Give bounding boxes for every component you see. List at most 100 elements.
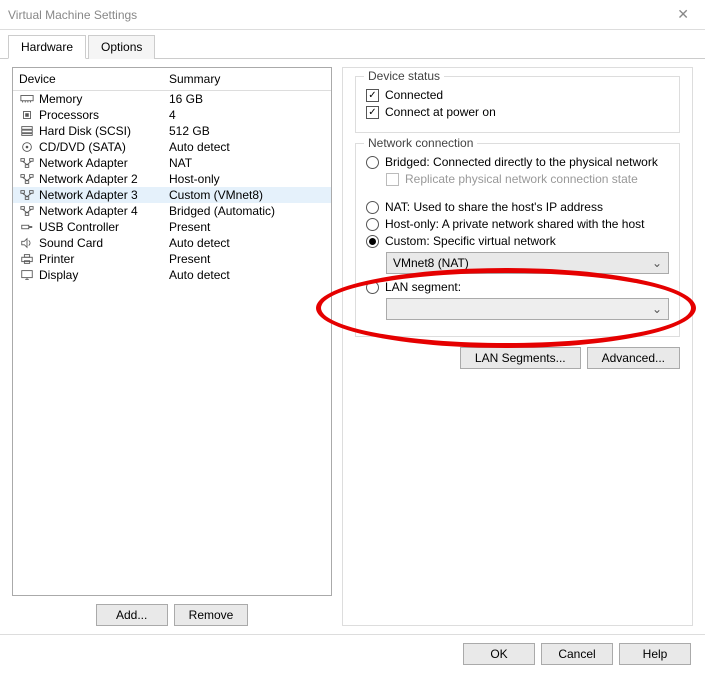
advanced-button[interactable]: Advanced...	[587, 347, 680, 369]
tab-options[interactable]: Options	[88, 35, 155, 59]
device-summary: Auto detect	[169, 236, 325, 250]
replicate-label: Replicate physical network connection st…	[405, 172, 638, 186]
device-name: Network Adapter 3	[39, 188, 138, 202]
device-name: CD/DVD (SATA)	[39, 140, 126, 154]
device-row-memory[interactable]: Memory 16 GB	[13, 91, 331, 107]
left-panel: Device Summary Memory16 GBProcessors4Har…	[12, 67, 332, 626]
cd-icon	[19, 140, 35, 154]
device-name: Network Adapter 4	[39, 204, 138, 218]
lan-segment-radio[interactable]	[366, 281, 379, 294]
net-icon	[19, 204, 35, 218]
ok-button[interactable]: OK	[463, 643, 535, 665]
bridged-radio-row[interactable]: Bridged: Connected directly to the physi…	[366, 155, 669, 169]
titlebar: Virtual Machine Settings ✕	[0, 0, 705, 30]
device-summary: 16 GB	[169, 92, 325, 106]
device-summary: Auto detect	[169, 268, 325, 282]
remove-button[interactable]: Remove	[174, 604, 249, 626]
network-connection-legend: Network connection	[364, 136, 477, 150]
nat-radio[interactable]	[366, 201, 379, 214]
sound-icon	[19, 236, 35, 250]
disk-icon	[19, 124, 35, 138]
cpu-icon	[19, 108, 35, 122]
header-device: Device	[19, 72, 169, 86]
device-name: Memory	[39, 92, 82, 106]
net-icon	[19, 188, 35, 202]
left-buttons: Add... Remove	[12, 604, 332, 626]
device-row-cd-dvd-sata-[interactable]: CD/DVD (SATA) Auto detect	[13, 139, 331, 155]
device-status-group: Device status ✓ Connected ✓ Connect at p…	[355, 76, 680, 133]
usb-icon	[19, 220, 35, 234]
connect-power-checkbox[interactable]: ✓	[366, 106, 379, 119]
net-icon	[19, 172, 35, 186]
device-summary: Present	[169, 220, 325, 234]
device-list: Device Summary Memory16 GBProcessors4Har…	[12, 67, 332, 596]
connect-power-checkbox-row[interactable]: ✓ Connect at power on	[366, 105, 669, 119]
device-row-hard-disk-scsi-[interactable]: Hard Disk (SCSI) 512 GB	[13, 123, 331, 139]
device-row-network-adapter[interactable]: Network Adapter NAT	[13, 155, 331, 171]
cancel-button[interactable]: Cancel	[541, 643, 613, 665]
custom-label: Custom: Specific virtual network	[385, 234, 556, 248]
device-name: Network Adapter 2	[39, 172, 138, 186]
add-button[interactable]: Add...	[96, 604, 168, 626]
device-summary: Bridged (Automatic)	[169, 204, 325, 218]
device-row-sound-card[interactable]: Sound Card Auto detect	[13, 235, 331, 251]
lan-segment-value	[393, 302, 396, 316]
custom-radio-row[interactable]: Custom: Specific virtual network	[366, 234, 669, 248]
network-buttons: LAN Segments... Advanced...	[355, 347, 680, 369]
memory-icon	[19, 92, 35, 106]
custom-network-value: VMnet8 (NAT)	[393, 256, 469, 270]
chevron-down-icon: ⌄	[652, 302, 662, 316]
device-name: Printer	[39, 252, 74, 266]
device-status-legend: Device status	[364, 69, 444, 83]
device-name: USB Controller	[39, 220, 119, 234]
connected-label: Connected	[385, 88, 443, 102]
header-summary: Summary	[169, 72, 325, 86]
device-summary: Host-only	[169, 172, 325, 186]
device-summary: Present	[169, 252, 325, 266]
device-row-printer[interactable]: Printer Present	[13, 251, 331, 267]
nat-label: NAT: Used to share the host's IP address	[385, 200, 603, 214]
custom-network-dropdown[interactable]: VMnet8 (NAT) ⌄	[386, 252, 669, 274]
content: Device Summary Memory16 GBProcessors4Har…	[0, 59, 705, 634]
connected-checkbox-row[interactable]: ✓ Connected	[366, 88, 669, 102]
lan-segment-dropdown: ⌄	[386, 298, 669, 320]
footer: OK Cancel Help	[0, 634, 705, 673]
device-summary: Auto detect	[169, 140, 325, 154]
help-button[interactable]: Help	[619, 643, 691, 665]
tab-hardware[interactable]: Hardware	[8, 35, 86, 59]
device-row-network-adapter-3[interactable]: Network Adapter 3 Custom (VMnet8)	[13, 187, 331, 203]
printer-icon	[19, 252, 35, 266]
lan-segment-label: LAN segment:	[385, 280, 461, 294]
custom-radio[interactable]	[366, 235, 379, 248]
bridged-radio[interactable]	[366, 156, 379, 169]
device-summary: 4	[169, 108, 325, 122]
display-icon	[19, 268, 35, 282]
close-icon[interactable]: ✕	[669, 6, 697, 23]
lan-segments-button[interactable]: LAN Segments...	[460, 347, 581, 369]
device-name: Sound Card	[39, 236, 103, 250]
network-connection-group: Network connection Bridged: Connected di…	[355, 143, 680, 337]
lan-segment-radio-row[interactable]: LAN segment:	[366, 280, 669, 294]
device-summary: 512 GB	[169, 124, 325, 138]
device-row-display[interactable]: Display Auto detect	[13, 267, 331, 283]
nat-radio-row[interactable]: NAT: Used to share the host's IP address	[366, 200, 669, 214]
device-row-usb-controller[interactable]: USB Controller Present	[13, 219, 331, 235]
connect-power-label: Connect at power on	[385, 105, 496, 119]
device-row-network-adapter-4[interactable]: Network Adapter 4 Bridged (Automatic)	[13, 203, 331, 219]
replicate-checkbox-row: Replicate physical network connection st…	[386, 172, 669, 186]
hostonly-radio-row[interactable]: Host-only: A private network shared with…	[366, 217, 669, 231]
connected-checkbox[interactable]: ✓	[366, 89, 379, 102]
device-name: Display	[39, 268, 78, 282]
device-name: Hard Disk (SCSI)	[39, 124, 131, 138]
device-name: Network Adapter	[39, 156, 128, 170]
device-summary: NAT	[169, 156, 325, 170]
device-row-network-adapter-2[interactable]: Network Adapter 2 Host-only	[13, 171, 331, 187]
device-list-header: Device Summary	[13, 68, 331, 91]
device-name: Processors	[39, 108, 99, 122]
chevron-down-icon: ⌄	[652, 256, 662, 270]
replicate-checkbox	[386, 173, 399, 186]
window-title: Virtual Machine Settings	[8, 8, 137, 22]
hostonly-radio[interactable]	[366, 218, 379, 231]
device-summary: Custom (VMnet8)	[169, 188, 325, 202]
device-row-processors[interactable]: Processors 4	[13, 107, 331, 123]
